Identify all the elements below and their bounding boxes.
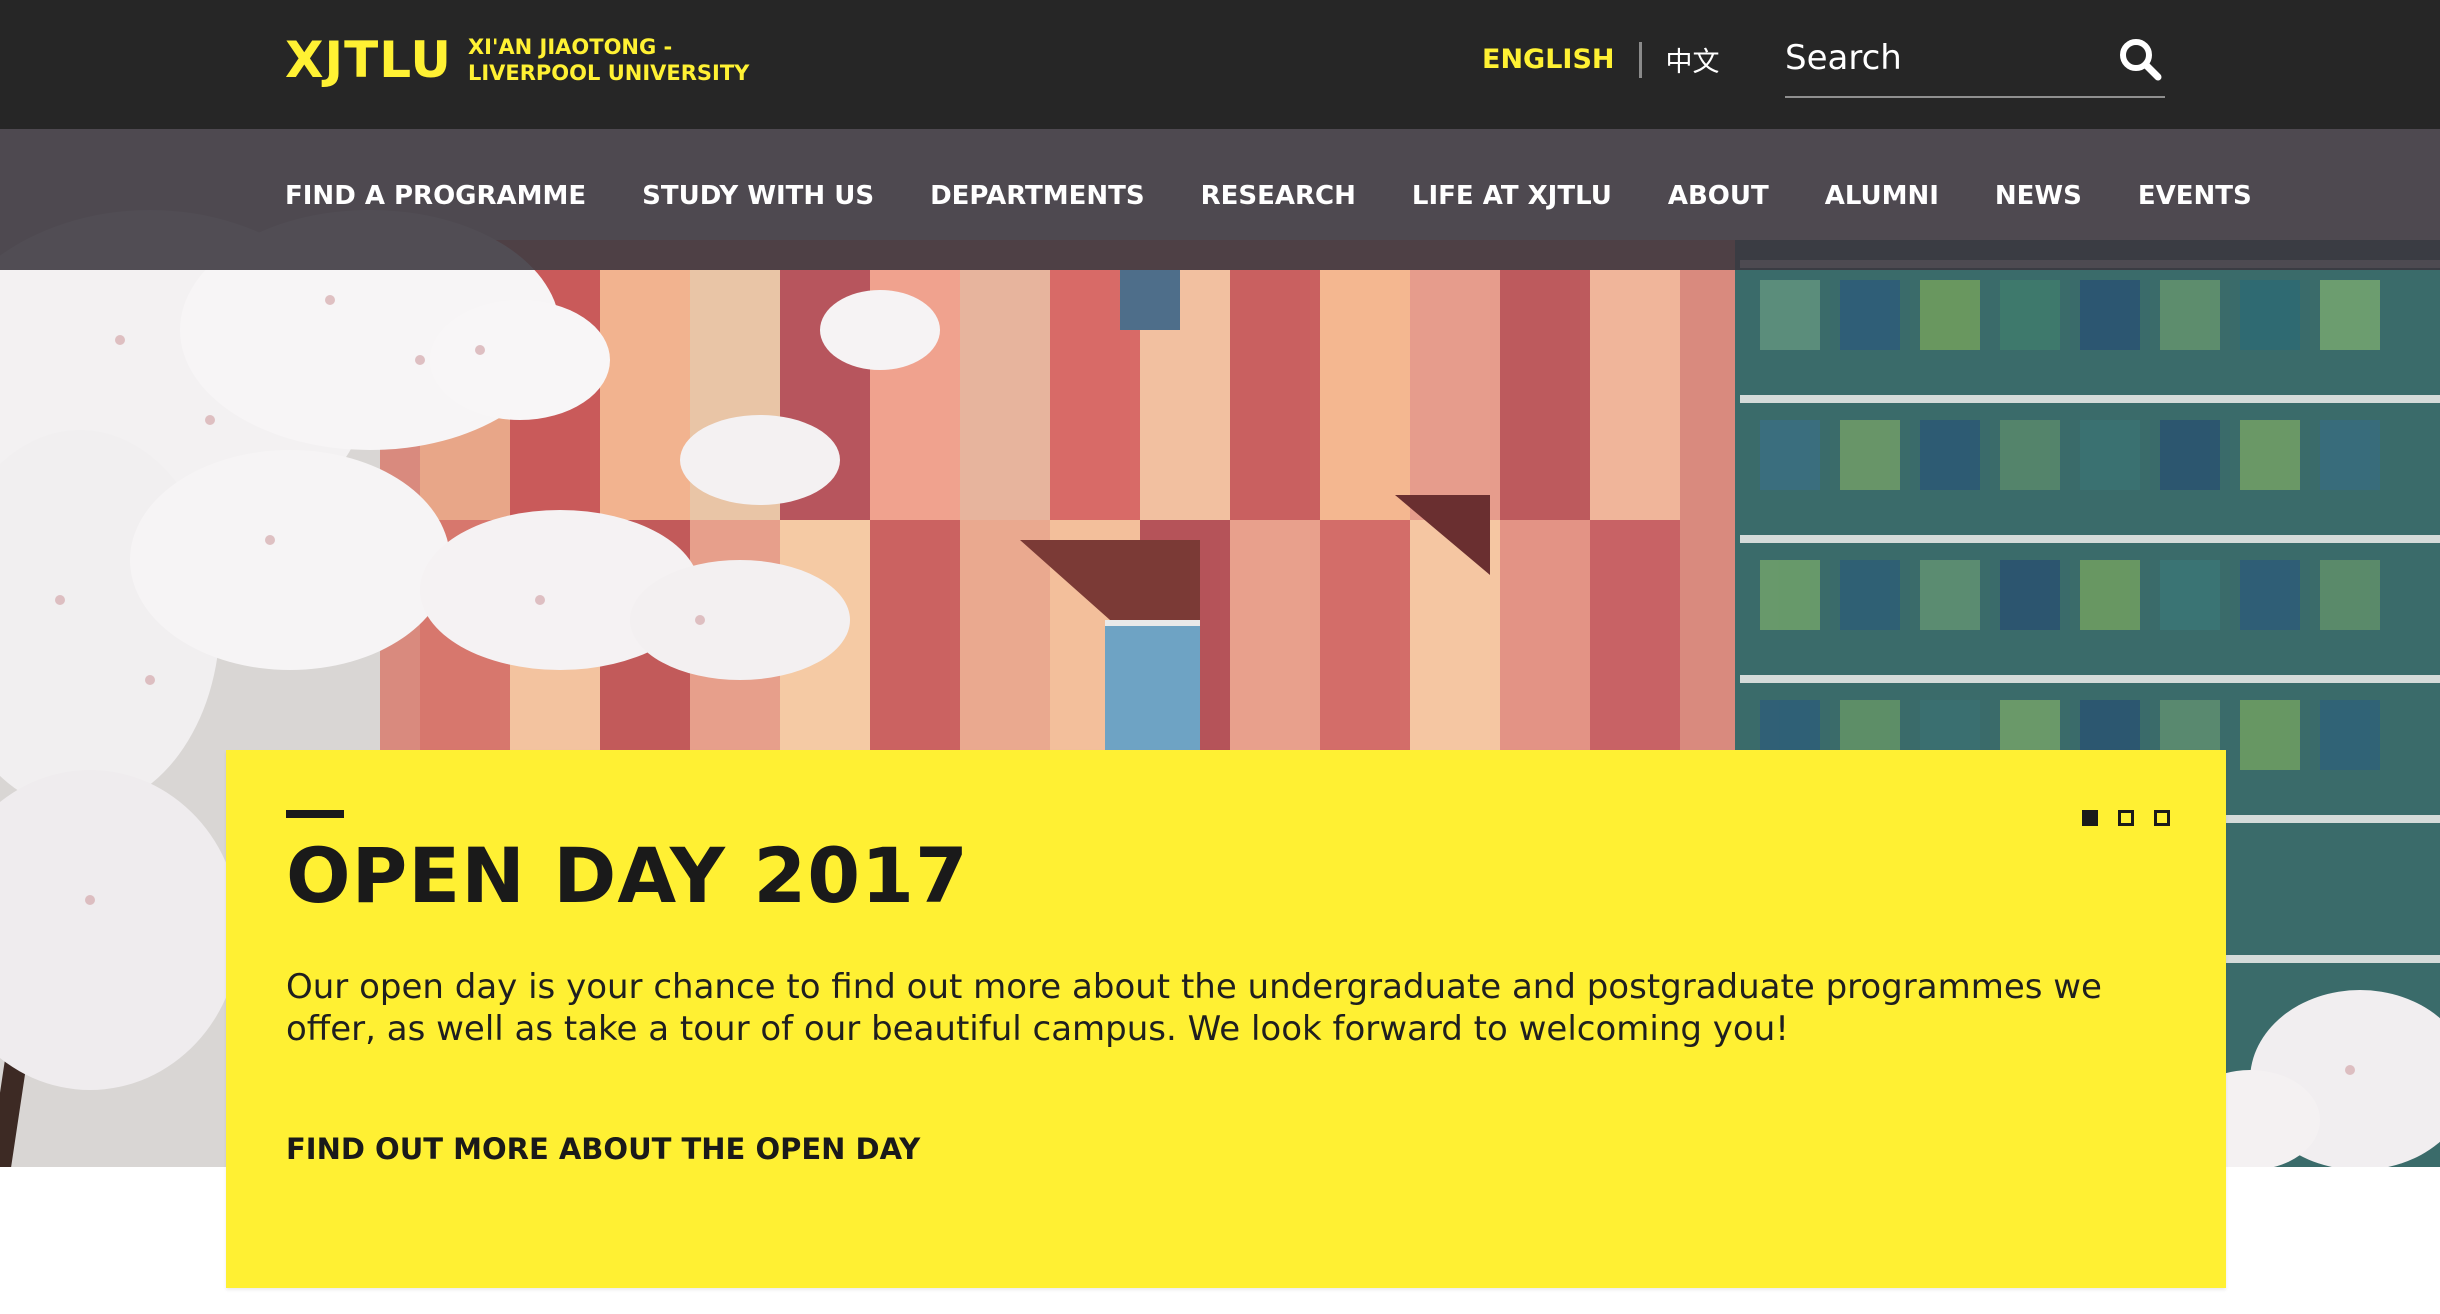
slide-description: Our open day is your chance to find out … (286, 967, 2102, 1049)
nav-item-find-a-programme[interactable]: FIND A PROGRAMME (285, 181, 586, 211)
nav-item-news[interactable]: NEWS (1995, 181, 2082, 211)
slide-indicator-2[interactable] (2118, 810, 2134, 826)
language-chinese-link[interactable]: 中文 (1666, 40, 1720, 79)
logo-line-2: LIVERPOOL UNIVERSITY (467, 61, 750, 85)
logo-mark: XJTLU (285, 31, 452, 89)
slider-pagination (2082, 810, 2170, 826)
top-bar: XJTLU XI'AN JIAOTONG - LIVERPOOL UNIVERS… (0, 0, 2440, 129)
logo-line-1: XI'AN JIAOTONG - (467, 35, 673, 59)
nav-item-research[interactable]: RESEARCH (1201, 181, 1356, 211)
search-icon[interactable] (2115, 34, 2165, 84)
hero-feature-card: OPEN DAY 2017 Our open day is your chanc… (226, 750, 2226, 1288)
language-english-link[interactable]: ENGLISH (1482, 44, 1615, 75)
nav-item-life-at-xjtlu[interactable]: LIFE AT XJTLU (1412, 181, 1612, 211)
nav-item-study-with-us[interactable]: STUDY WITH US (642, 181, 874, 211)
nav-item-alumni[interactable]: ALUMNI (1825, 181, 1939, 211)
search-input[interactable] (1785, 30, 2085, 86)
title-accent-rule (286, 810, 344, 818)
nav-item-events[interactable]: EVENTS (2138, 181, 2252, 211)
open-day-link[interactable]: FIND OUT MORE ABOUT THE OPEN DAY (286, 1132, 920, 1166)
language-divider (1638, 41, 1642, 78)
logo-wordmark: XI'AN JIAOTONG - LIVERPOOL UNIVERSITY (468, 34, 749, 86)
nav-item-about[interactable]: ABOUT (1668, 181, 1769, 211)
university-logo[interactable]: XJTLU XI'AN JIAOTONG - LIVERPOOL UNIVERS… (285, 28, 749, 92)
nav-item-departments[interactable]: DEPARTMENTS (930, 181, 1145, 211)
slide-indicator-1[interactable] (2082, 810, 2098, 826)
search-box (1785, 24, 2165, 98)
language-switcher: ENGLISH 中文 (1482, 40, 1720, 79)
main-navigation: FIND A PROGRAMME STUDY WITH US DEPARTMEN… (0, 129, 2440, 270)
main-nav-list: FIND A PROGRAMME STUDY WITH US DEPARTMEN… (285, 181, 2252, 211)
slide-indicator-3[interactable] (2154, 810, 2170, 826)
slide-title: OPEN DAY 2017 (286, 831, 969, 920)
